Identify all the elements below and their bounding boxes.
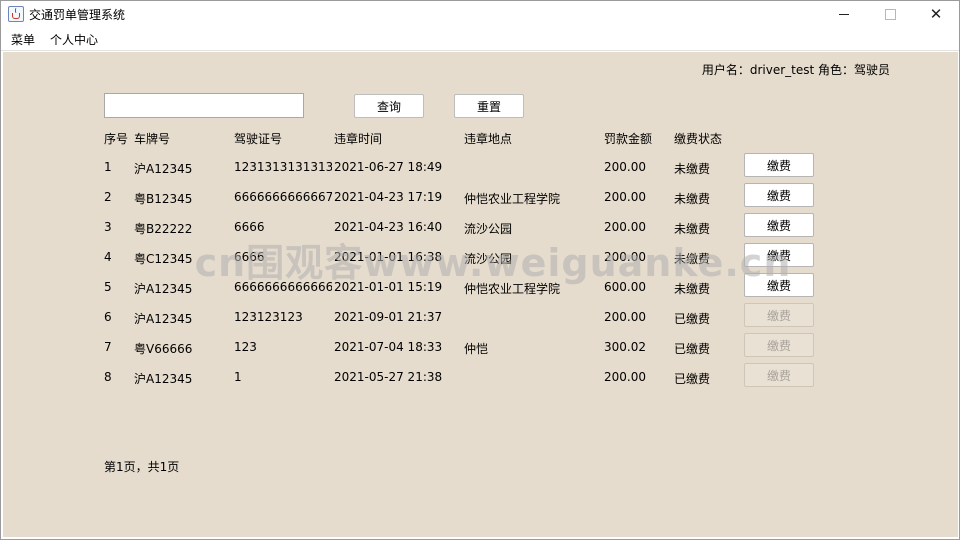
cell-time: 2021-07-04 18:33 [334, 340, 443, 354]
cell-status: 未缴费 [674, 192, 711, 206]
app-window: 交通罚单管理系统 ✕ 菜单 个人中心 用户名：driver_test 角色：驾驶… [0, 0, 960, 540]
cell-location: 仲恺农业工程学院 [464, 282, 561, 296]
cell-plate: 沪A12345 [134, 282, 193, 296]
cell-index: 8 [104, 370, 112, 384]
cell-index: 5 [104, 280, 112, 294]
cell-status: 未缴费 [674, 252, 711, 266]
cell-index: 6 [104, 310, 112, 324]
table-row: 2 粤B12345 6666666666667 2021-04-23 17:19… [3, 183, 958, 213]
java-app-icon [8, 6, 24, 22]
header-plate: 车牌号 [134, 132, 171, 146]
header-index: 序号 [104, 132, 129, 146]
cell-amount: 200.00 [604, 160, 646, 174]
table-row: 4 粤C12345 6666 2021-01-01 16:38 流沙公园 200… [3, 243, 958, 273]
cell-index: 7 [104, 340, 112, 354]
menu-item-menu[interactable]: 菜单 [11, 31, 35, 48]
menu-bar: 菜单 个人中心 [1, 27, 959, 51]
cell-index: 1 [104, 160, 112, 174]
cell-plate: 沪A12345 [134, 312, 193, 326]
maximize-button[interactable] [867, 1, 913, 27]
cell-plate: 沪A12345 [134, 162, 193, 176]
table-row: 3 粤B22222 6666 2021-04-23 16:40 流沙公园 200… [3, 213, 958, 243]
header-status: 缴费状态 [674, 132, 723, 146]
cell-time: 2021-09-01 21:37 [334, 310, 443, 324]
close-button[interactable]: ✕ [913, 1, 959, 27]
cell-index: 4 [104, 250, 112, 264]
title-bar: 交通罚单管理系统 ✕ [1, 1, 959, 27]
cell-plate: 粤C12345 [134, 252, 193, 266]
table-row: 6 沪A12345 123123123 2021-09-01 21:37 200… [3, 303, 958, 333]
user-info-label: 用户名：driver_test 角色：驾驶员 [701, 63, 890, 77]
reset-button[interactable]: 重置 [454, 94, 524, 118]
cell-plate: 粤B22222 [134, 222, 193, 236]
table-row: 7 粤V66666 123 2021-07-04 18:33 仲恺 300.02… [3, 333, 958, 363]
cell-plate: 沪A12345 [134, 372, 193, 386]
pay-button-disabled: 缴费 [744, 363, 814, 387]
pay-button[interactable]: 缴费 [744, 153, 814, 177]
table-row: 1 沪A12345 12313131313131 2021-06-27 18:4… [3, 153, 958, 183]
menu-item-personal-center[interactable]: 个人中心 [50, 31, 98, 48]
cell-status: 已缴费 [674, 312, 711, 326]
cell-license: 12313131313131 [234, 160, 332, 174]
cell-license: 1 [234, 370, 242, 384]
pagination-label: 第1页，共1页 [104, 460, 180, 474]
header-time: 违章时间 [334, 132, 383, 146]
header-license: 驾驶证号 [234, 132, 283, 146]
cell-time: 2021-04-23 16:40 [334, 220, 443, 234]
cell-status: 未缴费 [674, 222, 711, 236]
cell-amount: 200.00 [604, 190, 646, 204]
query-button[interactable]: 查询 [354, 94, 424, 118]
header-location: 违章地点 [464, 132, 513, 146]
pay-button[interactable]: 缴费 [744, 183, 814, 207]
cell-license: 6666666666667 [234, 190, 332, 204]
cell-license: 6666 [234, 250, 265, 264]
pay-button[interactable]: 缴费 [744, 273, 814, 297]
cell-location: 流沙公园 [464, 222, 513, 236]
cell-amount: 200.00 [604, 220, 646, 234]
cell-amount: 600.00 [604, 280, 646, 294]
cell-location: 仲恺农业工程学院 [464, 192, 561, 206]
pay-button[interactable]: 缴费 [744, 243, 814, 267]
cell-time: 2021-04-23 17:19 [334, 190, 443, 204]
cell-index: 3 [104, 220, 112, 234]
cell-status: 已缴费 [674, 372, 711, 386]
table-row: 8 沪A12345 1 2021-05-27 21:38 200.00 已缴费 … [3, 363, 958, 393]
cell-amount: 200.00 [604, 370, 646, 384]
cell-license: 123 [234, 340, 257, 354]
cell-amount: 200.00 [604, 250, 646, 264]
pay-button-disabled: 缴费 [744, 333, 814, 357]
cell-time: 2021-01-01 15:19 [334, 280, 443, 294]
cell-amount: 200.00 [604, 310, 646, 324]
pay-button-disabled: 缴费 [744, 303, 814, 327]
cell-time: 2021-06-27 18:49 [334, 160, 443, 174]
cell-time: 2021-01-01 16:38 [334, 250, 443, 264]
main-panel: 用户名：driver_test 角色：驾驶员 查询 重置 序号 车牌号 驾驶证号… [3, 52, 958, 537]
cell-location: 仲恺 [464, 342, 489, 356]
search-input[interactable] [104, 93, 304, 118]
cell-status: 未缴费 [674, 282, 711, 296]
cell-amount: 300.02 [604, 340, 646, 354]
cell-plate: 粤B12345 [134, 192, 193, 206]
table-header: 序号 车牌号 驾驶证号 违章时间 违章地点 罚款金额 缴费状态 [3, 130, 958, 148]
cell-license: 123123123 [234, 310, 303, 324]
table-row: 5 沪A12345 6666666666666 2021-01-01 15:19… [3, 273, 958, 303]
minimize-button[interactable] [821, 1, 867, 27]
cell-time: 2021-05-27 21:38 [334, 370, 443, 384]
cell-status: 已缴费 [674, 342, 711, 356]
cell-license: 6666666666666 [234, 280, 332, 294]
cell-license: 6666 [234, 220, 265, 234]
pay-button[interactable]: 缴费 [744, 213, 814, 237]
cell-status: 未缴费 [674, 162, 711, 176]
cell-location: 流沙公园 [464, 252, 513, 266]
header-amount: 罚款金额 [604, 132, 653, 146]
cell-index: 2 [104, 190, 112, 204]
window-title: 交通罚单管理系统 [29, 8, 126, 22]
cell-plate: 粤V66666 [134, 342, 193, 356]
